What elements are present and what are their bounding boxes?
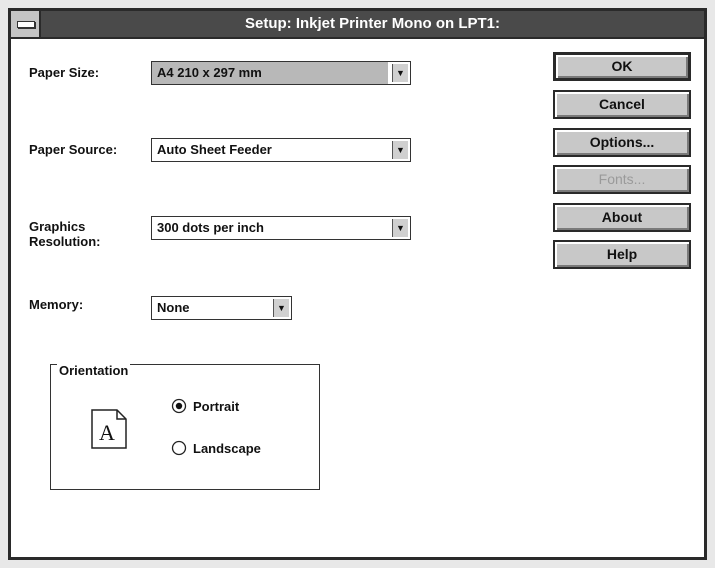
paper-source-label: Paper Source: [29,142,118,157]
about-button[interactable]: About [553,203,691,232]
paper-size-label: Paper Size: [29,65,100,80]
document-icon-letter: A [99,420,115,445]
fonts-button[interactable]: Fonts... [553,165,691,194]
graphics-resolution-label-line1: Graphics [29,219,86,234]
graphics-resolution-dropdown[interactable]: 300 dots per inch ▼ [151,216,411,240]
options-button[interactable]: Options... [553,128,691,157]
window-title: Setup: Inkjet Printer Mono on LPT1: [245,15,500,32]
memory-label: Memory: [29,297,84,312]
printer-setup-dialog: Setup: Inkjet Printer Mono on LPT1: Pape… [8,8,707,560]
down-arrow-icon[interactable]: ▼ [392,219,408,237]
orientation-group-label: Orientation [57,363,131,378]
ok-button[interactable]: OK [553,52,691,81]
paper-size-dropdown[interactable]: A4 210 x 297 mm ▼ [151,61,411,85]
graphics-resolution-value: 300 dots per inch [157,220,264,235]
portrait-radio[interactable] [171,398,187,414]
paper-source-dropdown[interactable]: Auto Sheet Feeder ▼ [151,138,411,162]
title-bar: Setup: Inkjet Printer Mono on LPT1: [11,11,704,39]
memory-dropdown[interactable]: None ▼ [151,296,292,320]
system-menu-icon[interactable] [11,11,41,37]
down-arrow-icon[interactable]: ▼ [392,141,408,159]
down-arrow-icon[interactable]: ▼ [392,64,408,82]
paper-size-value: A4 210 x 297 mm [152,62,388,84]
landscape-label[interactable]: Landscape [193,441,261,456]
graphics-resolution-label-line2: Resolution: [29,234,101,249]
down-arrow-icon[interactable]: ▼ [273,299,289,317]
document-portrait-icon: A [91,409,127,449]
paper-source-value: Auto Sheet Feeder [157,142,272,157]
cancel-button[interactable]: Cancel [553,90,691,119]
landscape-radio[interactable] [171,440,187,456]
portrait-label[interactable]: Portrait [193,399,239,414]
memory-value: None [157,300,190,315]
help-button[interactable]: Help [553,240,691,269]
